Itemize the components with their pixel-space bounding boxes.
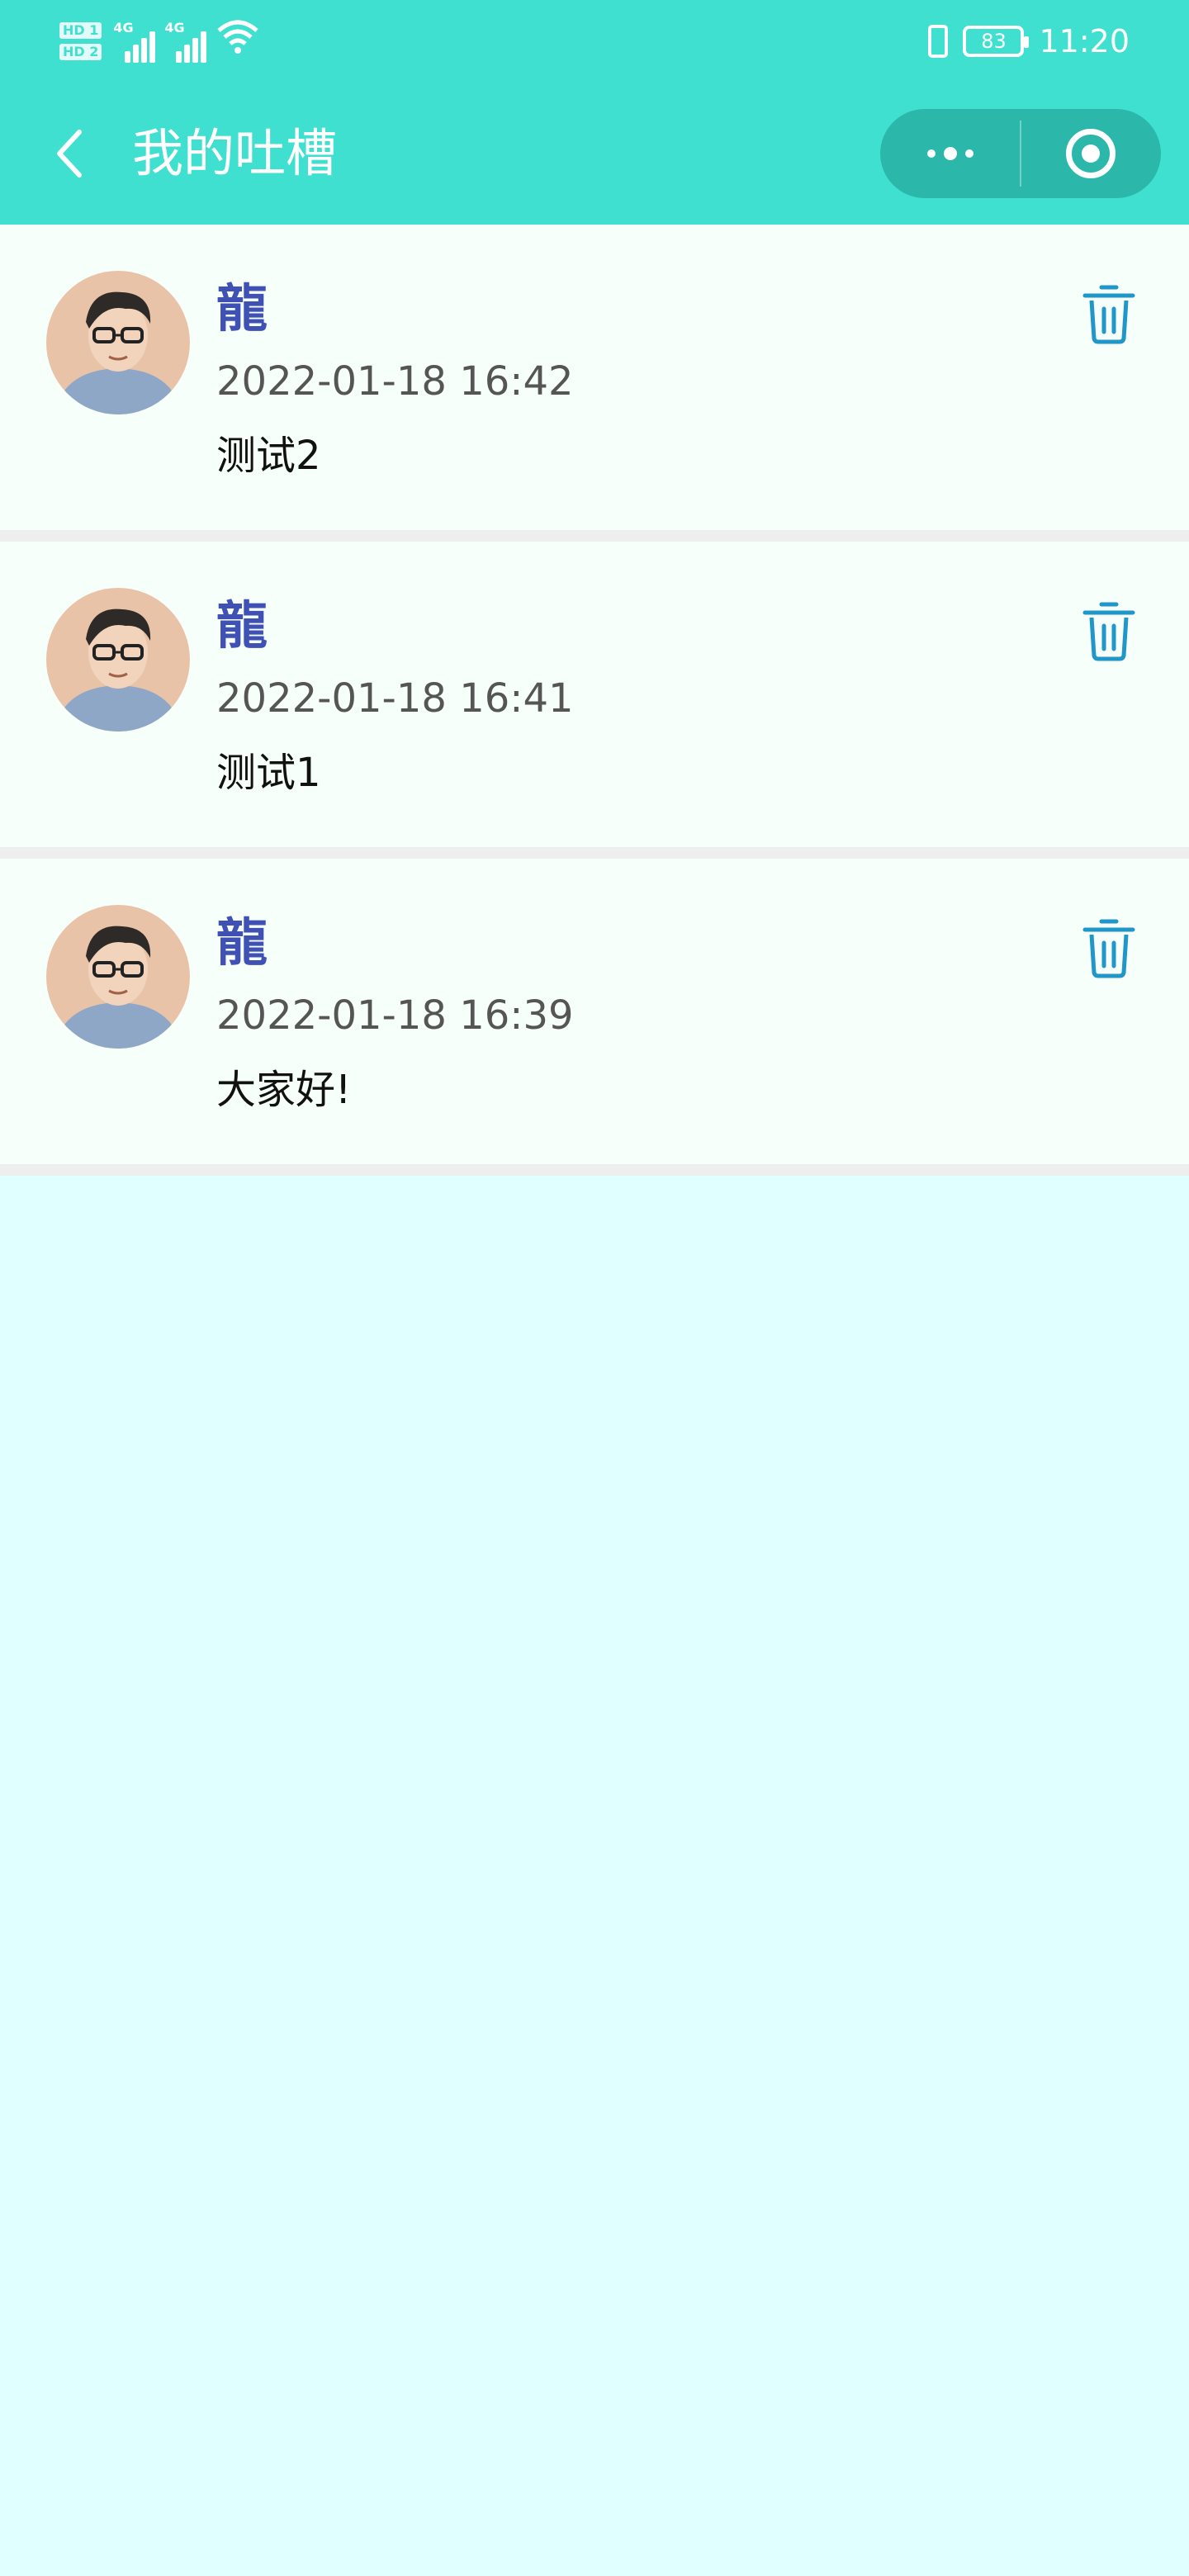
signal-icon: 4G — [113, 20, 156, 63]
more-icon — [926, 147, 973, 160]
network-label: 4G — [164, 20, 185, 36]
close-mini-program-button[interactable] — [1021, 109, 1161, 198]
more-button[interactable] — [880, 109, 1020, 198]
post-content: 测试2 — [216, 433, 321, 479]
network-label: 4G — [113, 20, 134, 36]
delete-button[interactable] — [1082, 282, 1136, 345]
post-content: 大家好! — [216, 1067, 352, 1113]
nav-bar: 我的吐槽 — [0, 83, 1189, 225]
back-button[interactable] — [45, 127, 94, 180]
chevron-left-icon — [57, 130, 82, 178]
delete-button[interactable] — [1082, 916, 1136, 979]
avatar[interactable] — [46, 271, 190, 414]
username: 龍 — [216, 912, 268, 973]
delete-button[interactable] — [1082, 599, 1136, 662]
trash-icon — [1082, 602, 1135, 661]
post-time: 2022-01-18 16:41 — [216, 675, 574, 722]
hd-indicator: HD 1 HD 2 — [59, 22, 102, 60]
username: 龍 — [216, 595, 268, 656]
post-time: 2022-01-18 16:39 — [216, 992, 574, 1039]
post-item: 龍 2022-01-18 16:39 大家好! — [0, 859, 1189, 1176]
hd2-label: HD 2 — [59, 44, 102, 60]
page-title: 我的吐槽 — [132, 123, 338, 183]
top-bar: HD 1 HD 2 4G 4G 83 11:20 我的吐槽 — [0, 0, 1189, 225]
post-item: 龍 2022-01-18 16:42 测试2 — [0, 225, 1189, 542]
avatar[interactable] — [46, 588, 190, 732]
vibrate-icon — [928, 25, 949, 58]
target-icon — [1066, 129, 1116, 178]
battery-icon: 83 — [963, 26, 1030, 57]
trash-icon — [1082, 285, 1135, 344]
avatar[interactable] — [46, 905, 190, 1049]
mini-program-capsule — [880, 109, 1161, 198]
hd1-label: HD 1 — [59, 22, 102, 39]
status-bar: HD 1 HD 2 4G 4G 83 11:20 — [0, 0, 1189, 83]
post-item: 龍 2022-01-18 16:41 测试1 — [0, 542, 1189, 859]
signal-icon: 4G — [164, 20, 207, 63]
post-content: 测试1 — [216, 750, 321, 796]
clock: 11:20 — [1039, 23, 1130, 59]
wifi-icon — [216, 19, 260, 64]
trash-icon — [1082, 919, 1135, 978]
post-time: 2022-01-18 16:42 — [216, 358, 574, 405]
battery-level: 83 — [981, 30, 1007, 53]
username: 龍 — [216, 278, 268, 339]
